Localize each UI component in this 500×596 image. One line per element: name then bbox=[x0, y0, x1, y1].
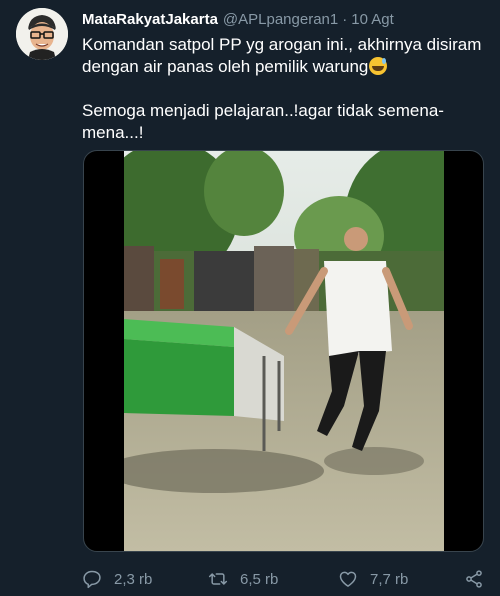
share-icon bbox=[466, 570, 482, 588]
tweet-video[interactable] bbox=[83, 150, 484, 552]
reply-count: 2,3 rb bbox=[114, 570, 153, 588]
retweet-icon bbox=[208, 573, 228, 585]
separator-dot: · bbox=[342, 11, 348, 28]
tweet[interactable]: MataRakyatJakarta @APLpangeran1 · 10 Agt Ko… bbox=[0, 0, 500, 596]
reply-button[interactable]: 2,3 rb bbox=[82, 566, 152, 592]
tweet-header: MataRakyatJakarta @APLpangeran1 · 10 Agt bbox=[82, 11, 394, 29]
like-count: 7,7 rb bbox=[370, 570, 409, 588]
avatar[interactable] bbox=[16, 8, 68, 60]
retweet-count: 6,5 rb bbox=[240, 570, 279, 588]
share-button[interactable] bbox=[464, 566, 484, 592]
like-button[interactable]: 7,7 rb bbox=[338, 566, 408, 592]
tweet-text-line2: Semoga menjadi pelajaran..!agar tidak se… bbox=[82, 101, 444, 142]
avatar-image bbox=[16, 8, 68, 60]
retweet-button[interactable]: 6,5 rb bbox=[208, 566, 278, 592]
tweet-text-line1: Komandan satpol PP yg arogan ini., akhir… bbox=[82, 34, 487, 78]
tweet-text: Komandan satpol PP yg arogan ini., akhir… bbox=[82, 34, 487, 144]
tweet-timestamp[interactable]: 10 Agt bbox=[351, 11, 394, 28]
grinning-sweat-emoji-icon bbox=[369, 57, 388, 75]
heart-icon bbox=[339, 571, 357, 587]
tweet-actions: 2,3 rb 6,5 rb 7,7 rb bbox=[82, 566, 487, 592]
tweet-text-line1-text: Komandan satpol PP yg arogan ini., akhir… bbox=[82, 35, 482, 76]
author-handle[interactable]: @APLpangeran1 bbox=[223, 11, 338, 28]
author-name[interactable]: MataRakyatJakarta bbox=[82, 11, 218, 28]
video-still-image bbox=[124, 151, 444, 551]
reply-icon bbox=[83, 570, 101, 589]
